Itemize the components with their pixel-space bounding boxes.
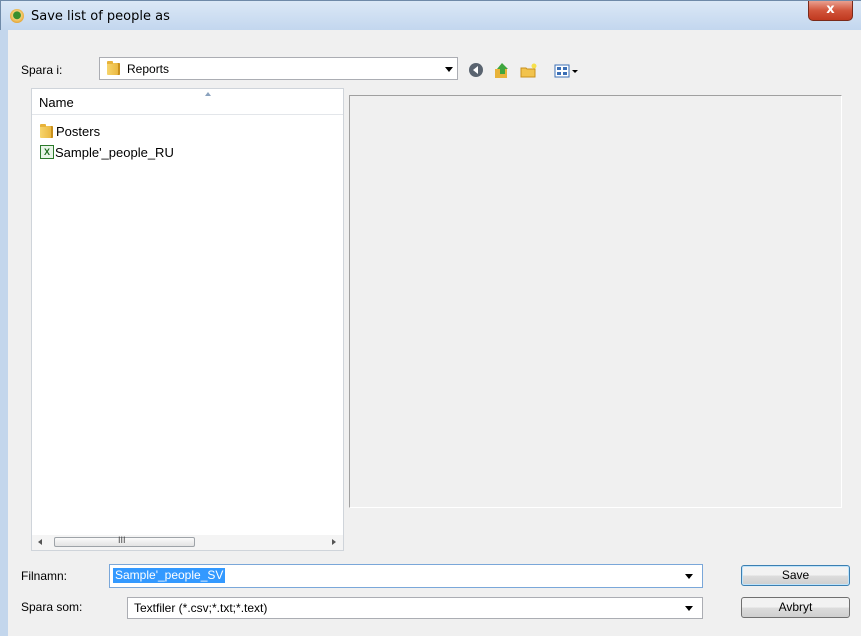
window-left-border xyxy=(0,30,8,636)
sort-ascending-icon xyxy=(205,92,211,96)
view-menu-icon[interactable] xyxy=(554,62,582,80)
scroll-grip: III xyxy=(118,535,126,545)
filename-input[interactable]: Sample'_people_SV xyxy=(109,564,703,588)
filename-value: Sample'_people_SV xyxy=(113,568,226,583)
save-in-combobox[interactable]: Reports xyxy=(99,57,458,80)
window-title: Save list of people as xyxy=(31,9,170,24)
filename-label: Filnamn: xyxy=(21,569,68,583)
chevron-down-icon[interactable] xyxy=(685,574,693,579)
new-folder-icon[interactable] xyxy=(520,62,538,80)
column-header-label: Name xyxy=(39,95,74,110)
app-icon xyxy=(10,9,24,23)
save-in-label: Spara i: xyxy=(21,63,63,77)
column-header-name[interactable]: Name xyxy=(32,89,343,115)
scrollbar-thumb[interactable]: III xyxy=(54,535,195,547)
save-button[interactable]: Save xyxy=(741,565,850,586)
save-as-type-select[interactable]: Textfiler (*.csv;*.txt;*.text) xyxy=(127,597,703,619)
scroll-right-icon[interactable] xyxy=(332,539,336,545)
horizontal-scrollbar[interactable]: III xyxy=(32,535,343,550)
save-as-type-value: Textfiler (*.csv;*.txt;*.text) xyxy=(134,601,268,615)
file-list[interactable]: Name Posters X Sample'_people_RU III xyxy=(31,88,344,551)
save-in-value: Reports xyxy=(127,62,170,76)
preview-pane xyxy=(349,95,842,508)
chevron-down-icon xyxy=(685,606,693,611)
list-item-posters[interactable]: Posters xyxy=(40,123,240,141)
up-folder-icon[interactable] xyxy=(493,62,511,80)
title-bar[interactable]: Save list of people as x xyxy=(1,1,861,31)
folder-icon xyxy=(107,61,120,75)
list-item-sample-people-ru[interactable]: X Sample'_people_RU xyxy=(40,144,240,162)
save-as-type-label: Spara som: xyxy=(21,600,83,614)
chevron-down-icon xyxy=(445,67,453,72)
list-item-label: Sample'_people_RU xyxy=(55,145,174,160)
back-icon[interactable] xyxy=(467,62,485,80)
list-item-label: Posters xyxy=(56,124,101,139)
close-button[interactable]: x xyxy=(808,1,853,21)
cancel-button[interactable]: Avbryt xyxy=(741,597,850,618)
scroll-left-icon[interactable] xyxy=(38,539,42,545)
folder-icon xyxy=(40,124,53,138)
excel-file-icon: X xyxy=(40,145,54,159)
